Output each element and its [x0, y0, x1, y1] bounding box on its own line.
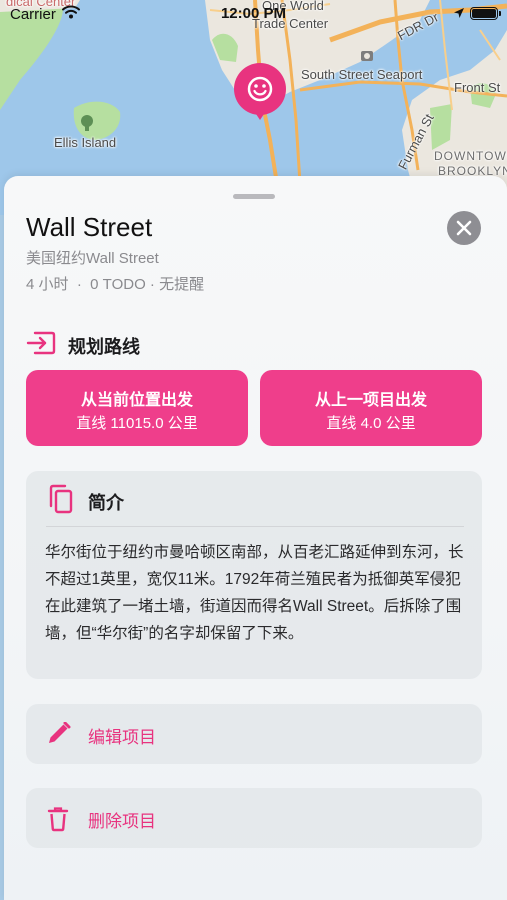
- map-label-ellis-island: Ellis Island: [54, 135, 117, 150]
- intro-divider: [46, 526, 464, 527]
- intro-text: 华尔街位于纽约市曼哈顿区南部，从百老汇路延伸到东河，长不超过1英里，宽仅11米。…: [45, 544, 464, 642]
- sheet-grabber[interactable]: [233, 194, 275, 199]
- route-from-current-button[interactable]: 从当前位置出发 直线 11015.0 公里: [26, 370, 248, 446]
- edit-item-button[interactable]: 编辑项目: [26, 704, 482, 764]
- route-enter-icon: [26, 331, 56, 355]
- map-pin[interactable]: [232, 63, 288, 121]
- close-icon: [456, 220, 472, 236]
- pencil-icon: [49, 722, 71, 743]
- intro-card: 简介 华尔街位于纽约市曼哈顿区南部，从百老汇路延伸到东河，长不超过1英里，宽仅1…: [26, 471, 482, 679]
- map-label-front-st: Front St: [454, 80, 501, 95]
- route-from-previous-distance: 直线 4.0 公里: [326, 415, 416, 432]
- route-from-current-label: 从当前位置出发: [80, 392, 193, 409]
- route-from-previous-button[interactable]: 从上一项目出发 直线 4.0 公里: [260, 370, 482, 446]
- smiley-face-icon: [234, 63, 286, 120]
- place-meta: 4 小时 · 0 TODO · 无提醒: [26, 276, 205, 293]
- place-subtitle: 美国纽约Wall Street: [26, 250, 159, 267]
- copy-pages-icon: [49, 484, 73, 514]
- status-bar: Carrier 12:00 PM: [0, 0, 507, 28]
- delete-item-button[interactable]: 删除项目: [26, 788, 482, 848]
- map-label-south-street-seaport: South Street Seaport: [301, 67, 423, 82]
- edit-item-label: 编辑项目: [88, 728, 156, 747]
- delete-item-label: 删除项目: [88, 812, 156, 831]
- route-section-title: 规划路线: [68, 337, 140, 357]
- close-button[interactable]: [447, 211, 481, 245]
- trash-icon: [47, 807, 69, 832]
- location-arrow-icon: [454, 8, 464, 18]
- intro-title: 简介: [88, 493, 124, 513]
- battery-icon: [470, 7, 501, 20]
- map-label-downtown: DOWNTOWN: [434, 149, 507, 163]
- clock: 12:00 PM: [220, 5, 287, 22]
- place-detail-sheet: Wall Street 美国纽约Wall Street 4 小时 · 0 TOD…: [4, 176, 507, 900]
- place-title: Wall Street: [26, 212, 153, 242]
- route-from-current-distance: 直线 11015.0 公里: [76, 415, 198, 432]
- route-from-previous-label: 从上一项目出发: [314, 392, 427, 409]
